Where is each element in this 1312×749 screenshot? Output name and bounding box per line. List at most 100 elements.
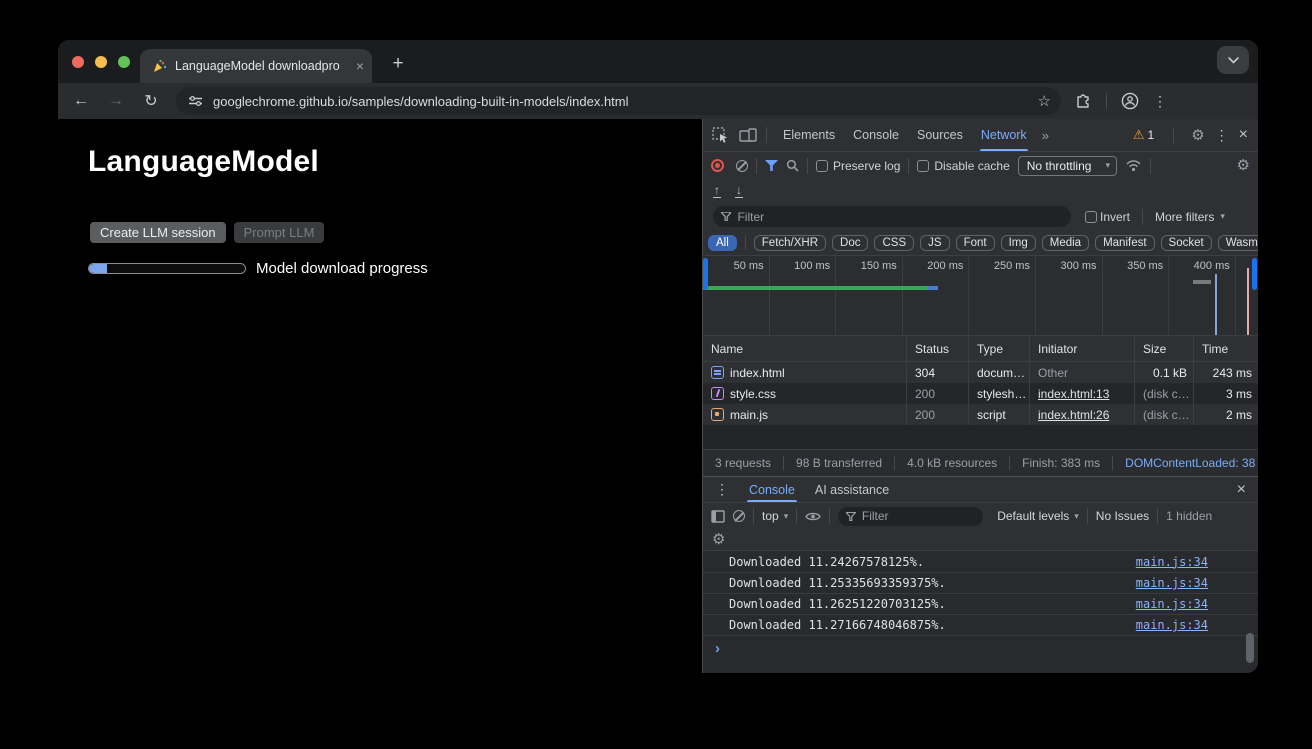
column-initiator[interactable]: Initiator [1030,336,1135,361]
preserve-log-label[interactable]: Preserve log [833,159,900,173]
record-network-log-button[interactable] [711,159,724,172]
initiator-link[interactable]: index.html:13 [1038,387,1109,401]
scrollbar-thumb[interactable] [1246,633,1254,663]
live-expression-eye-icon[interactable] [805,511,821,522]
devtools-menu-kebab-icon[interactable]: ⋮ [1215,127,1229,144]
divider [1087,508,1088,524]
chip-img[interactable]: Img [1001,235,1036,251]
invert-checkbox[interactable] [1085,211,1097,223]
table-row-style-css[interactable]: style.css 200 stylesh… index.html:13 (di… [703,383,1258,404]
prompt-llm-button[interactable]: Prompt LLM [234,222,325,243]
column-name[interactable]: Name [703,336,907,361]
execution-context-select[interactable]: top ▾ [762,509,788,523]
bookmark-star-icon[interactable]: ☆ [1038,92,1051,110]
console-settings-gear-icon[interactable]: ⚙ [712,532,725,547]
browser-tab[interactable]: LanguageModel downloadpro × [140,49,372,83]
log-levels-select[interactable]: Default levels ▾ [997,509,1079,523]
close-window-button[interactable] [72,56,84,68]
column-size[interactable]: Size [1135,336,1194,361]
source-link[interactable]: main.js:34 [1136,555,1208,569]
chip-css[interactable]: CSS [874,235,914,251]
tab-sources[interactable]: Sources [908,119,972,151]
issues-warning-badge[interactable]: ⚠ 1 [1133,127,1154,143]
devtools-close-icon[interactable]: × [1239,126,1248,144]
chip-doc[interactable]: Doc [832,235,868,251]
tab-network[interactable]: Network [972,119,1036,151]
drawer-close-icon[interactable]: × [1237,481,1258,499]
browser-menu-kebab-icon[interactable]: ⋮ [1153,93,1167,110]
chip-all[interactable]: All [708,235,737,251]
console-filter-input[interactable] [862,509,975,523]
table-row-main-js[interactable]: main.js 200 script index.html:26 (disk c… [703,404,1258,425]
chip-fetch-xhr[interactable]: Fetch/XHR [754,235,826,251]
throttling-select[interactable]: No throttling ▾ [1018,156,1117,176]
export-har-icon[interactable]: ↓ [735,184,743,198]
clear-console-icon[interactable] [733,510,745,522]
console-message[interactable]: Downloaded 11.24267578125%. main.js:34 [703,551,1258,572]
chip-font[interactable]: Font [956,235,995,251]
column-type[interactable]: Type [969,336,1030,361]
tab-close-icon[interactable]: × [356,58,364,74]
device-toolbar-icon[interactable] [739,128,757,143]
chip-manifest[interactable]: Manifest [1095,235,1154,251]
invert-filter[interactable]: Invert [1085,210,1130,224]
search-icon[interactable] [786,159,799,172]
toolbar-divider [1106,93,1107,109]
more-tabs-chevrons-icon[interactable]: » [1036,128,1056,143]
drawer-tab-console[interactable]: Console [739,477,805,502]
profile-avatar-icon[interactable] [1121,92,1139,110]
chip-js[interactable]: JS [920,235,949,251]
tab-search-button[interactable] [1217,46,1249,74]
console-filter-field[interactable] [838,507,983,526]
console-message[interactable]: Downloaded 11.25335693359375%. main.js:3… [703,572,1258,593]
overview-left-handle[interactable] [703,258,708,290]
inspect-element-icon[interactable] [712,127,729,143]
clear-network-log-icon[interactable] [736,160,748,172]
column-time[interactable]: Time [1194,336,1258,361]
fullscreen-window-button[interactable] [118,56,130,68]
table-row-index-html[interactable]: index.html 304 docum… Other 0.1 kB 243 m… [703,362,1258,383]
forward-button[interactable]: → [104,92,128,110]
filter-funnel-icon[interactable] [765,160,778,171]
overview-right-handle[interactable] [1252,258,1257,290]
reload-button[interactable]: ↻ [139,91,163,111]
chip-media[interactable]: Media [1042,235,1089,251]
network-overview-timeline[interactable]: 50 ms 100 ms 150 ms 200 ms 250 ms 300 ms… [703,256,1258,336]
network-filter-input[interactable] [737,210,1063,224]
console-prompt[interactable]: › [703,635,1258,661]
new-tab-button[interactable]: + [384,50,412,78]
address-bar[interactable]: googlechrome.github.io/samples/downloadi… [176,87,1061,115]
create-llm-session-button[interactable]: Create LLM session [90,222,226,243]
network-conditions-wifi-icon[interactable] [1125,159,1142,172]
console-message[interactable]: Downloaded 11.26251220703125%. main.js:3… [703,593,1258,614]
devtools-settings-gear-icon[interactable]: ⚙ [1191,128,1204,143]
network-filter-field[interactable] [713,206,1071,227]
source-link[interactable]: main.js:34 [1136,618,1208,632]
chip-wasm[interactable]: Wasm [1218,235,1258,251]
chip-socket[interactable]: Socket [1161,235,1212,251]
column-status[interactable]: Status [907,336,969,361]
url-text[interactable]: googlechrome.github.io/samples/downloadi… [213,94,1030,109]
source-link[interactable]: main.js:34 [1136,576,1208,590]
drawer-menu-kebab-icon[interactable]: ⋮ [715,481,729,498]
network-settings-gear-icon[interactable]: ⚙ [1237,158,1250,173]
disable-cache-label[interactable]: Disable cache [934,159,1009,173]
back-button[interactable]: ← [69,92,93,110]
extensions-puzzle-icon[interactable] [1075,93,1092,110]
source-link[interactable]: main.js:34 [1136,597,1208,611]
console-sidebar-icon[interactable] [711,510,725,523]
minimize-window-button[interactable] [95,56,107,68]
import-har-icon[interactable]: ↑ [713,184,721,198]
drawer-tab-ai-assistance[interactable]: AI assistance [805,477,899,502]
tab-elements[interactable]: Elements [774,119,844,151]
hidden-messages-count[interactable]: 1 hidden [1166,509,1212,523]
initiator-link[interactable]: index.html:26 [1038,408,1109,422]
console-message[interactable]: Downloaded 11.27166748046875%. main.js:3… [703,614,1258,635]
tab-console[interactable]: Console [844,119,908,151]
preserve-log-checkbox[interactable] [816,160,828,172]
more-filters-dropdown[interactable]: More filters ▾ [1155,210,1225,224]
disable-cache-checkbox[interactable] [917,160,929,172]
no-issues-label[interactable]: No Issues [1096,509,1149,523]
site-settings-icon[interactable] [188,95,203,107]
devtools-panel: Elements Console Sources Network » ⚠ 1 ⚙… [702,119,1258,673]
